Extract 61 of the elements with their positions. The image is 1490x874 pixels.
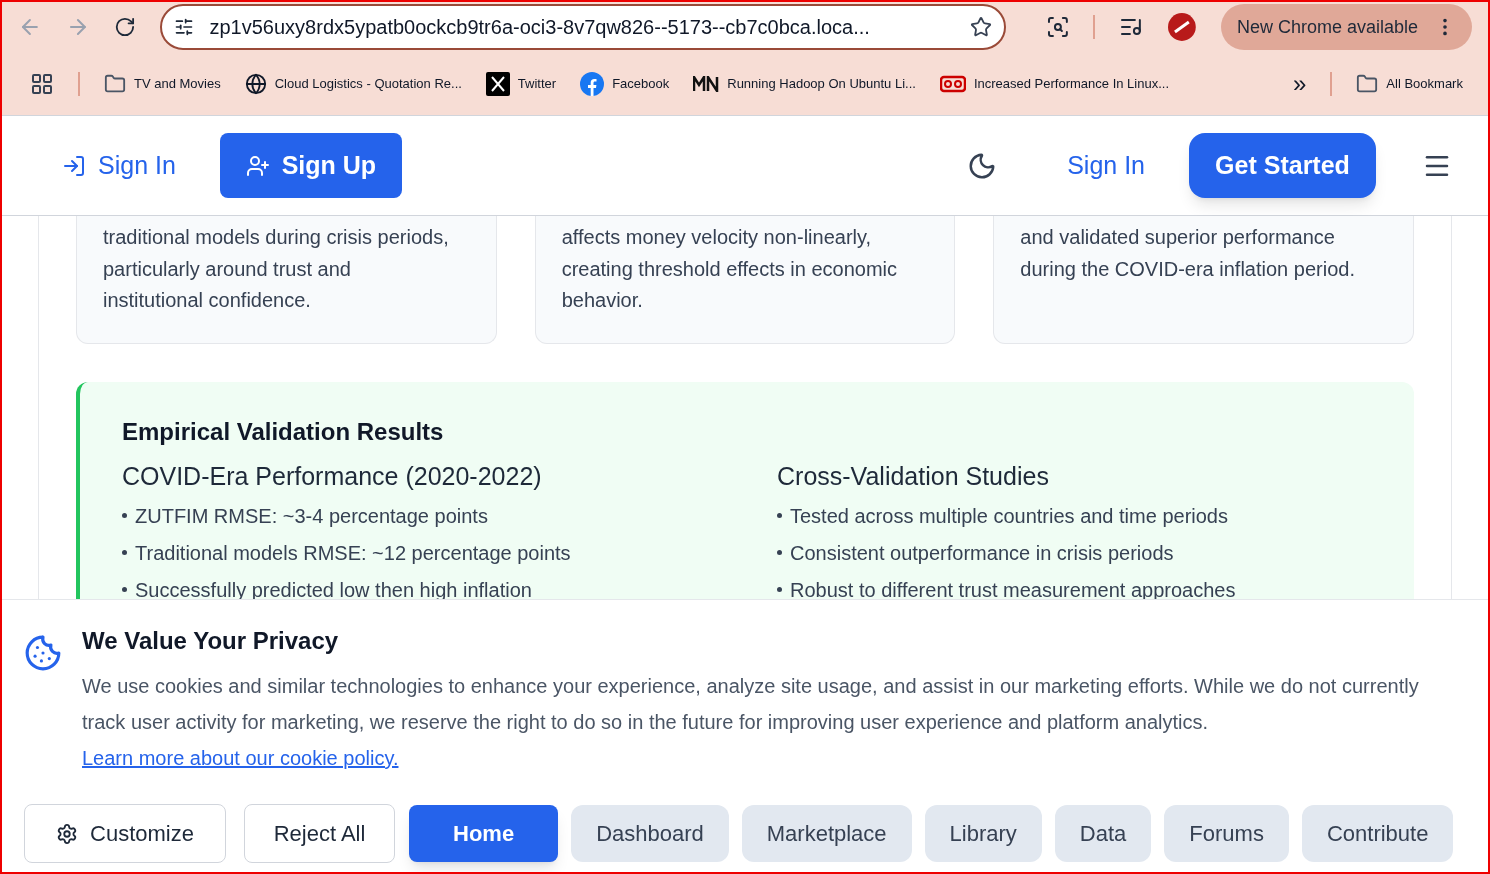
bullet-icon <box>122 513 127 518</box>
column-heading: COVID-Era Performance (2020-2022) <box>122 460 543 492</box>
folder-icon <box>1356 72 1379 95</box>
bookmark-star-icon[interactable] <box>969 16 992 38</box>
bullet-icon <box>777 550 782 555</box>
nav-tab[interactable]: Library <box>924 805 1042 862</box>
cookie-icon <box>24 634 62 672</box>
bullet-icon <box>122 587 127 592</box>
facebook-icon <box>580 71 605 96</box>
more-bookmarks-button[interactable]: » <box>1293 65 1307 102</box>
cookie-policy-link[interactable]: Learn more about our cookie policy. <box>82 747 399 769</box>
bookmark-link[interactable]: Facebook <box>580 71 670 96</box>
bullet-text: Traditional models RMSE: ~12 percentage points <box>135 540 571 566</box>
nav-tab[interactable]: Forums <box>1164 805 1289 862</box>
sign-in-link[interactable]: Sign In <box>62 146 176 185</box>
bullet-icon <box>777 587 782 592</box>
cookie-text: We use cookies and similar technologies to enhance your experience, analyze site usage, and assist in our marketing efforts. While we do not currently track user activity for marketing, we reserve the right to do so in the future for improving user experience and platform analytics. Learn more about our cookie policy. <box>82 674 1420 771</box>
x-logo-icon <box>485 71 510 96</box>
bookmark-link[interactable]: Cloud Logistics - Quotation Re... <box>244 72 462 95</box>
bullet-text: Robust to different trust measurement approaches <box>790 577 1236 603</box>
column-heading: Cross-Validation Studies <box>777 460 1050 492</box>
nav-tab[interactable]: Contribute <box>1301 805 1454 862</box>
settings-icon <box>56 822 79 845</box>
reload-icon[interactable] <box>113 16 136 38</box>
sign-in-icon <box>62 153 86 178</box>
bookmark-link[interactable]: Twitter <box>485 71 557 96</box>
cookie-title: We Value Your Privacy <box>82 626 340 656</box>
globe-icon <box>244 72 267 95</box>
panel-title: Empirical Validation Results <box>122 416 445 447</box>
mn-logo-icon <box>693 75 720 92</box>
apps-icon[interactable] <box>30 71 54 96</box>
nav-tab[interactable]: Home <box>409 805 559 862</box>
film-reel-icon <box>939 74 966 93</box>
get-started-button[interactable]: Get Started <box>1189 133 1376 198</box>
nav-tab[interactable]: Marketplace <box>741 805 912 862</box>
bullet-text: ZUTFIM RMSE: ~3-4 percentage points <box>135 503 488 529</box>
url-text: zp1v56uxy8rdx5ypatb0ockcb9tr6a-oci3-8v7qw826--5173--cb7c0bca.loca... <box>209 15 871 40</box>
page-search-icon[interactable] <box>1045 15 1070 39</box>
bullet-text: Consistent outperformance in crisis periods <box>790 540 1174 566</box>
nav-tab[interactable]: Dashboard <box>571 805 729 862</box>
site-settings-icon[interactable] <box>173 17 194 37</box>
sign-in-link[interactable]: Sign In <box>1067 146 1145 185</box>
bookmark-link[interactable]: Running Hadoop On Ubuntu Li... <box>693 73 916 94</box>
bookmark-link[interactable]: Increased Performance In Linux... <box>939 73 1169 94</box>
folder-icon <box>104 72 126 95</box>
card-text: affects money velocity non-linearly, creating threshold effects in economic behavior. <box>561 225 899 313</box>
customize-button[interactable]: Customize <box>24 804 226 863</box>
bullet-icon <box>777 513 782 518</box>
profile-avatar-icon[interactable] <box>1167 12 1197 42</box>
address-bar[interactable]: zp1v56uxy8rdx5ypatb0ockcb9tr6a-oci3-8v7qw826--5173--cb7c0bca.loca... <box>159 4 1006 50</box>
bullet-icon <box>122 550 127 555</box>
all-bookmarks-link[interactable]: All Bookmark <box>1356 72 1463 95</box>
bookmark-link[interactable]: TV and Movies <box>104 72 221 95</box>
sign-up-button[interactable]: Sign Up <box>219 133 402 198</box>
bullet-text: Tested across multiple countries and time periods <box>790 503 1228 529</box>
card-text: traditional models during crisis periods, particularly around trust and institutional confidence. <box>103 225 450 313</box>
nav-tab[interactable]: Data <box>1054 805 1152 862</box>
reject-all-button[interactable]: Reject All <box>244 804 395 863</box>
user-plus-icon <box>245 153 270 178</box>
update-chrome-button[interactable]: New Chrome available <box>1220 4 1472 50</box>
card-text: and validated superior performance during the COVID-era inflation period. <box>1020 225 1356 282</box>
